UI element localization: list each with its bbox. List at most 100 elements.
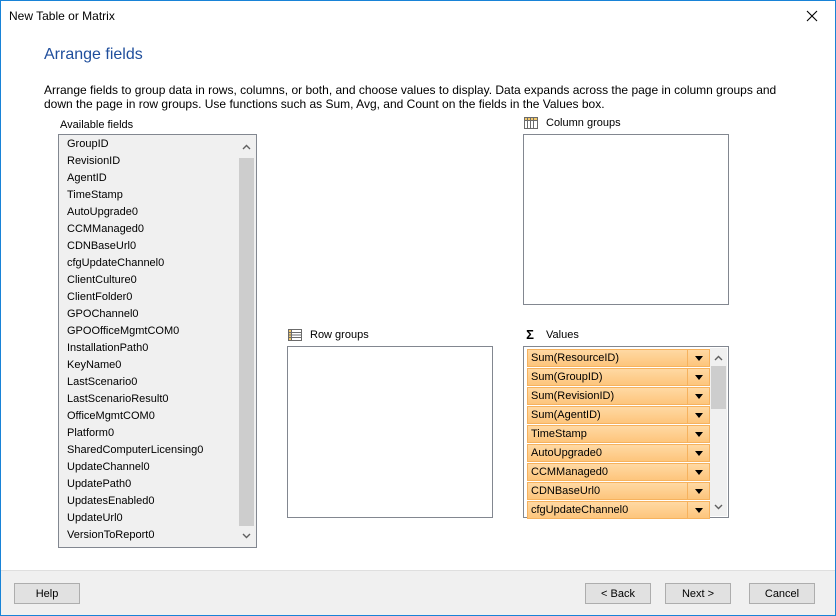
values-scroll-down-button[interactable] [710, 498, 727, 515]
available-field-item[interactable]: KeyName0 [60, 357, 239, 374]
available-field-item[interactable]: UpdateChannel0 [60, 459, 239, 476]
available-field-item[interactable]: ClientFolder0 [60, 289, 239, 306]
value-item-label: Sum(AgentID) [531, 409, 601, 421]
value-item[interactable]: AutoUpgrade0 [527, 444, 710, 462]
values-label: Σ Values [523, 328, 579, 342]
available-fields-scrollbar[interactable] [238, 136, 255, 546]
column-groups-dropzone[interactable] [523, 134, 729, 305]
available-field-item[interactable]: GroupID [60, 136, 239, 153]
value-item-label: CDNBaseUrl0 [531, 485, 601, 497]
close-button[interactable] [789, 1, 835, 31]
next-button[interactable]: Next > [665, 583, 731, 604]
available-fields-label-text: Available fields [60, 119, 134, 131]
value-item-label: Sum(GroupID) [531, 371, 603, 383]
available-field-item[interactable]: cfgUpdateChannel0 [60, 255, 239, 272]
value-item-dropdown-button[interactable] [687, 483, 709, 499]
page-heading: Arrange fields [44, 46, 143, 63]
dropdown-arrow-icon [694, 374, 703, 380]
values-items: Sum(ResourceID) Sum(GroupID) Sum(RevisionI… [525, 348, 711, 519]
available-field-item[interactable]: VersionToReport0 [60, 527, 239, 544]
scroll-down-button[interactable] [238, 527, 255, 544]
dropdown-arrow-icon [694, 507, 703, 513]
available-fields-list[interactable]: GroupID RevisionID AgentID TimeStamp AutoUpg… [58, 134, 257, 548]
value-item-label: AutoUpgrade0 [531, 447, 602, 459]
values-scrollbar-thumb[interactable] [711, 366, 726, 409]
value-item[interactable]: TimeStamp [527, 425, 710, 443]
values-scrollbar[interactable] [710, 348, 727, 516]
value-item[interactable]: CCMManaged0 [527, 463, 710, 481]
values-dropzone[interactable]: Sum(ResourceID) Sum(GroupID) Sum(RevisionI… [523, 346, 729, 519]
value-item-label: CCMManaged0 [531, 466, 609, 478]
dropdown-arrow-icon [694, 412, 703, 418]
value-item-label: Sum(ResourceID) [531, 352, 620, 364]
available-field-item[interactable]: UpdatePath0 [60, 476, 239, 493]
value-item[interactable]: Sum(AgentID) [527, 406, 710, 424]
value-item[interactable]: Sum(GroupID) [527, 368, 710, 386]
value-item[interactable]: cfgUpdateChannel0 [527, 501, 710, 519]
page-description: Arrange fields to group data in rows, co… [44, 83, 777, 111]
available-field-item[interactable]: GPOOfficeMgmtCOM0 [60, 323, 239, 340]
value-item[interactable]: Sum(RevisionID) [527, 387, 710, 405]
available-field-item[interactable]: TimeStamp [60, 187, 239, 204]
available-field-item[interactable]: LastScenarioResult0 [60, 391, 239, 408]
dialog-footer: Help < Back Next > Cancel [1, 570, 835, 615]
close-icon [806, 10, 818, 22]
available-field-item[interactable]: InstallationPath0 [60, 340, 239, 357]
value-item-label: TimeStamp [531, 428, 587, 440]
value-item[interactable]: CDNBaseUrl0 [527, 482, 710, 500]
sigma-icon: Σ [526, 327, 534, 342]
value-item-dropdown-button[interactable] [687, 407, 709, 423]
available-field-item[interactable]: LastScenario0 [60, 374, 239, 391]
back-button[interactable]: < Back [585, 583, 651, 604]
column-groups-icon [524, 117, 538, 129]
title-bar: New Table or Matrix [1, 1, 835, 31]
chevron-down-icon [714, 504, 723, 509]
available-field-item[interactable]: CCMManaged0 [60, 221, 239, 238]
chevron-up-icon [242, 144, 251, 149]
available-field-item[interactable]: RevisionID [60, 153, 239, 170]
value-item-dropdown-button[interactable] [687, 502, 709, 518]
value-item-dropdown-button[interactable] [687, 350, 709, 366]
available-fields-label: Available fields [60, 119, 133, 131]
available-field-item[interactable]: ClientCulture0 [60, 272, 239, 289]
value-item-dropdown-button[interactable] [687, 426, 709, 442]
dropdown-arrow-icon [694, 450, 703, 456]
value-item-dropdown-button[interactable] [687, 388, 709, 404]
value-item-dropdown-button[interactable] [687, 445, 709, 461]
available-field-item[interactable]: SharedComputerLicensing0 [60, 442, 239, 459]
available-fields-items: GroupID RevisionID AgentID TimeStamp AutoUpg… [60, 136, 239, 546]
chevron-up-icon [714, 355, 723, 360]
value-item[interactable]: Sum(ResourceID) [527, 349, 710, 367]
row-groups-label: Row groups [287, 328, 369, 342]
available-field-item[interactable]: GPOChannel0 [60, 306, 239, 323]
window-title: New Table or Matrix [9, 9, 115, 23]
value-item-label: cfgUpdateChannel0 [531, 504, 629, 516]
available-field-item[interactable]: AutoUpgrade0 [60, 204, 239, 221]
available-field-item[interactable]: AgentID [60, 170, 239, 187]
row-groups-icon [288, 329, 302, 341]
row-groups-label-text: Row groups [310, 329, 369, 341]
dialog-window: New Table or Matrix Arrange fields Arran… [0, 0, 836, 616]
dropdown-arrow-icon [694, 431, 703, 437]
dropdown-arrow-icon [694, 469, 703, 475]
dropdown-arrow-icon [694, 488, 703, 494]
help-button[interactable]: Help [14, 583, 80, 604]
values-label-text: Values [546, 329, 579, 341]
values-scroll-up-button[interactable] [710, 349, 727, 366]
available-field-item[interactable]: UpdateUrl0 [60, 510, 239, 527]
scroll-up-button[interactable] [238, 138, 255, 155]
row-groups-dropzone[interactable] [287, 346, 493, 518]
value-item-label: Sum(RevisionID) [531, 390, 615, 402]
available-field-item[interactable]: OfficeMgmtCOM0 [60, 408, 239, 425]
chevron-down-icon [242, 533, 251, 538]
column-groups-label: Column groups [523, 116, 621, 130]
value-item-dropdown-button[interactable] [687, 369, 709, 385]
scrollbar-thumb[interactable] [239, 158, 254, 526]
column-groups-label-text: Column groups [546, 117, 621, 129]
value-item-dropdown-button[interactable] [687, 464, 709, 480]
available-field-item[interactable]: Platform0 [60, 425, 239, 442]
cancel-button[interactable]: Cancel [749, 583, 815, 604]
dropdown-arrow-icon [694, 355, 703, 361]
available-field-item[interactable]: CDNBaseUrl0 [60, 238, 239, 255]
available-field-item[interactable]: UpdatesEnabled0 [60, 493, 239, 510]
